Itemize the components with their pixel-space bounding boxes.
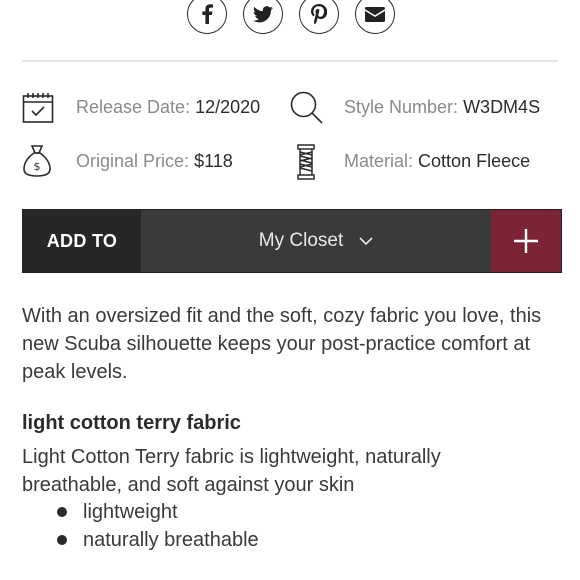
closet-select[interactable]: My Closet: [141, 210, 491, 272]
feature-title: light cotton terry fabric: [22, 412, 241, 434]
feature-description: Light Cotton Terry fabric is lightweight…: [22, 446, 441, 496]
add-to-bar: ADD TO My Closet: [22, 209, 562, 273]
material: Material: Cotton Fleece: [344, 150, 530, 172]
material-label: Material:: [344, 151, 414, 171]
product-description: With an oversized fit and the soft, cozy…: [22, 305, 542, 383]
feature-list: lightweight naturally breathable: [22, 498, 259, 554]
email-share-button[interactable]: [355, 0, 395, 34]
add-button[interactable]: [491, 210, 561, 272]
bullet-icon: [57, 535, 67, 545]
style-number: Style Number: W3DM4S: [344, 96, 540, 118]
material-value: Cotton Fleece: [418, 151, 531, 171]
magnifier-icon: [290, 91, 324, 125]
pinterest-icon: [311, 4, 327, 24]
add-to-label: ADD TO: [23, 210, 141, 272]
style-number-label: Style Number:: [344, 97, 459, 117]
chevron-down-icon: [359, 236, 373, 246]
original-price-value: $118: [194, 151, 233, 171]
list-item-text: lightweight: [83, 501, 178, 523]
thread-spool-icon: [296, 144, 316, 180]
release-date-label: Release Date:: [76, 97, 191, 117]
release-date: Release Date: 12/2020: [76, 96, 260, 118]
list-item: naturally breathable: [22, 526, 259, 554]
email-icon: [365, 6, 385, 22]
facebook-share-button[interactable]: [187, 0, 227, 34]
closet-select-value: My Closet: [258, 230, 344, 251]
original-price: Original Price: $118: [76, 150, 233, 172]
facebook-icon: [202, 4, 213, 24]
money-bag-icon: $: [22, 144, 52, 178]
calendar-icon: [22, 92, 54, 124]
list-item: lightweight: [22, 498, 259, 526]
pinterest-share-button[interactable]: [299, 0, 339, 34]
section-divider: [22, 60, 558, 62]
list-item-text: naturally breathable: [83, 529, 259, 551]
original-price-label: Original Price:: [76, 151, 190, 171]
twitter-share-button[interactable]: [243, 0, 283, 34]
bullet-icon: [57, 507, 67, 517]
svg-text:$: $: [34, 160, 41, 173]
twitter-icon: [253, 5, 273, 22]
plus-icon: [514, 229, 538, 253]
release-date-value: 12/2020: [195, 97, 261, 117]
style-number-value: W3DM4S: [463, 97, 541, 117]
